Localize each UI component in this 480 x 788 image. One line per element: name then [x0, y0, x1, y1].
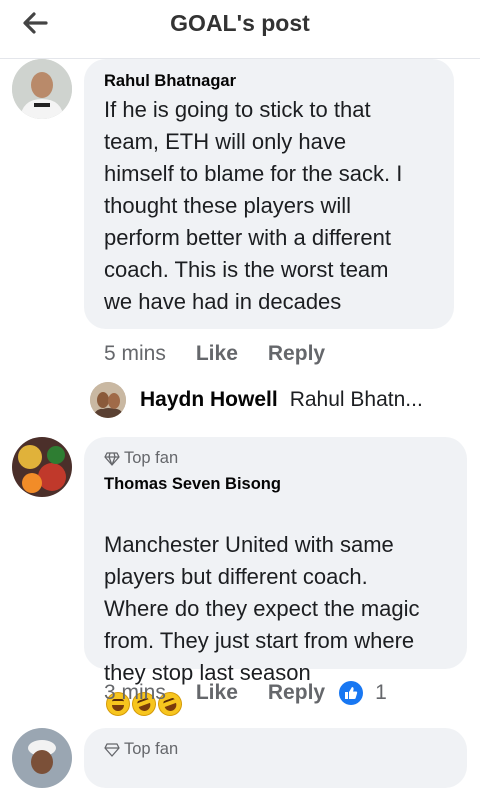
like-button[interactable]: Like — [196, 342, 238, 366]
reply-button[interactable]: Reply — [268, 681, 325, 705]
reply-text: Rahul Bhatn... — [289, 388, 423, 411]
avatar[interactable] — [12, 437, 72, 497]
comment-bubble[interactable]: Top fan Thomas Seven Bisong Manchester U… — [84, 437, 467, 720]
comment-bubble[interactable]: Rahul Bhatnagar If he is going to stick … — [84, 59, 454, 329]
person-avatar-icon — [12, 437, 72, 497]
person-avatar-icon — [12, 728, 72, 788]
comment-actions: 5 mins Like Reply — [104, 342, 355, 366]
avatar[interactable] — [90, 382, 126, 418]
comment-bubble[interactable]: Top fan — [84, 728, 467, 788]
reply-button[interactable]: Reply — [268, 342, 325, 366]
comment-text-body: Manchester United with same players but … — [104, 532, 420, 685]
post-header: GOAL's post — [0, 0, 480, 59]
comment-text: If he is going to stick to that team, ET… — [104, 97, 403, 314]
diamond-icon — [104, 742, 120, 757]
top-fan-label: Top fan — [124, 449, 179, 467]
reply-author[interactable]: Haydn Howell — [140, 388, 278, 412]
comment-timestamp[interactable]: 3 mins — [104, 681, 166, 705]
comment-timestamp[interactable]: 5 mins — [104, 342, 166, 366]
like-button[interactable]: Like — [196, 681, 238, 705]
person-avatar-icon — [90, 382, 126, 418]
comment-author[interactable]: Thomas Seven Bisong — [104, 475, 281, 494]
top-fan-label: Top fan — [124, 740, 179, 758]
person-avatar-icon — [12, 59, 72, 119]
avatar[interactable] — [12, 59, 72, 119]
top-fan-badge: Top fan — [104, 740, 178, 759]
avatar[interactable] — [12, 728, 72, 788]
like-reaction-icon[interactable] — [339, 681, 364, 705]
page-title: GOAL's post — [170, 10, 310, 36]
top-fan-badge: Top fan — [104, 449, 178, 468]
reaction-count[interactable]: 1 — [375, 681, 387, 705]
comment-author[interactable]: Rahul Bhatnagar — [104, 72, 236, 91]
diamond-icon — [104, 451, 120, 466]
reply-preview[interactable]: Haydn Howell Rahul Bhatn... — [90, 382, 423, 418]
comment-actions: 3 mins Like Reply 1 — [104, 681, 387, 705]
